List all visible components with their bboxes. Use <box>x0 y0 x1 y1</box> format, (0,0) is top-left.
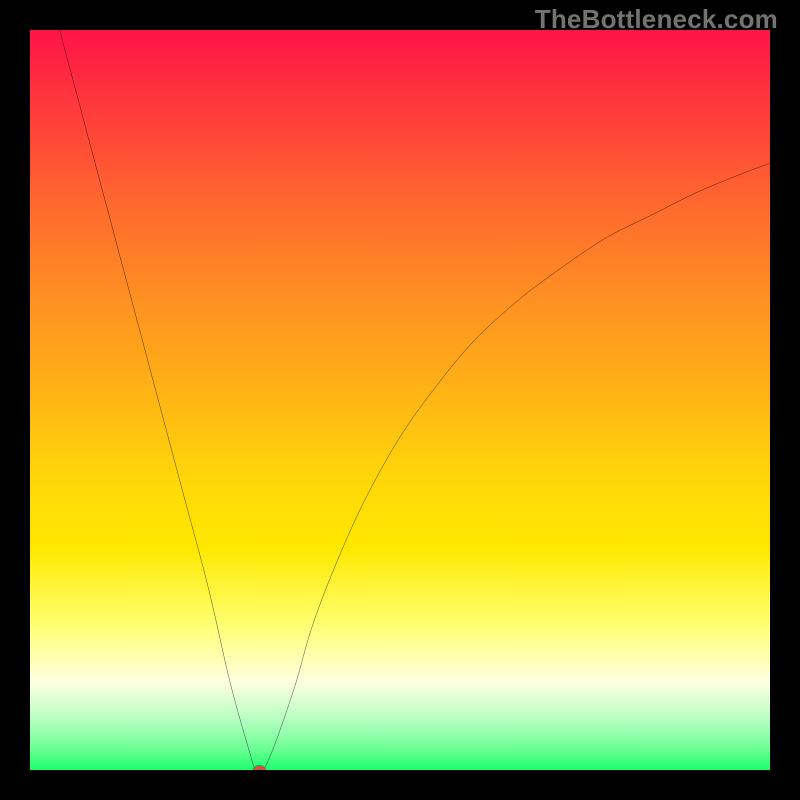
chart-frame: TheBottleneck.com <box>0 0 800 800</box>
watermark-label: TheBottleneck.com <box>535 4 778 35</box>
bottleneck-chart <box>30 30 770 770</box>
chart-plot-area <box>30 30 770 770</box>
